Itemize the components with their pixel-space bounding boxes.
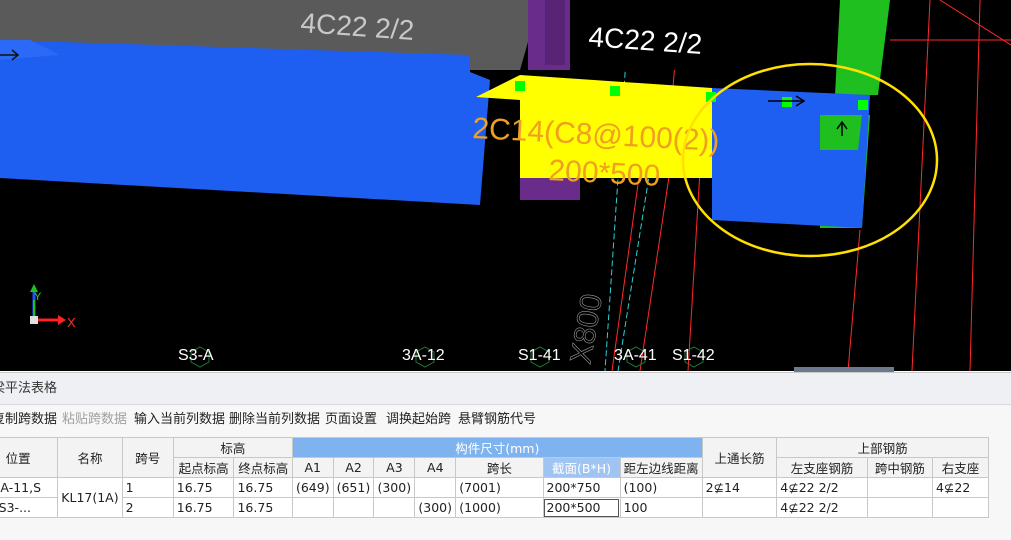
cell-section-selected[interactable]: 200*500 [542,497,621,518]
cell-left-dist[interactable]: (100) [619,477,703,498]
beam-data-table[interactable]: 位置 名称 跨号 标高 构件尺寸(mm) 上通长筋 上部钢筋 起点标高 终点标高… [0,437,990,518]
cell-name[interactable]: KL17(1A) [57,477,123,518]
cell-section[interactable]: 200*750 [542,477,621,498]
cell-a2[interactable] [332,497,375,518]
beam-label-main-2: 200*500 [548,154,661,193]
beam-left [0,40,490,205]
axis-label-3a-12: 3A-12 [402,347,445,364]
header-mid-span: 跨中钢筋 [866,457,933,478]
header-a2: A2 [332,457,375,478]
header-member-size: 构件尺寸(mm) [291,437,703,458]
cad-3d-viewport[interactable]: 4C22 2/2 4C22 2/2 2C14(C8@100(2)) 200*50… [0,0,1011,371]
header-top-through: 上通长筋 [701,437,778,478]
cell-position[interactable]: <3A-11,S [0,477,59,498]
cell-start-elev[interactable]: 16.75 [172,497,235,518]
cell-a4[interactable]: (300) [414,497,457,518]
table-row[interactable]: <3A-11,S KL17(1A) 1 16.75 16.75 (649) (6… [0,477,990,518]
copy-span-data-button[interactable]: 复制跨数据 [0,405,57,435]
cell-a1[interactable]: (649) [291,477,334,498]
header-span-no: 跨号 [121,437,174,478]
page-setup-button[interactable]: 页面设置 [325,405,377,435]
header-right-support: 右支座 [931,457,990,478]
cell-span-length[interactable]: (7001) [455,477,544,498]
cell-a2[interactable]: (651) [332,477,375,498]
model-canvas[interactable]: 4C22 2/2 4C22 2/2 2C14(C8@100(2)) 200*50… [0,0,1011,371]
cell-right-support[interactable] [931,497,990,518]
axis-y-label: Y [34,291,42,303]
header-elevation: 标高 [172,437,293,458]
cell-span-length[interactable]: (1000) [455,497,544,518]
cell-top-through[interactable]: 2⊈14 [701,477,778,498]
axis-label-s1-42: S1-42 [672,347,715,364]
paste-span-data-button[interactable]: 粘贴跨数据 [62,405,127,435]
cell-a1[interactable] [291,497,334,518]
cell-top-through[interactable] [701,497,778,518]
axis-label-3a-41: 3A-41 [614,347,657,364]
cell-right-support[interactable]: 4⊈22 [931,477,990,498]
delete-column-data-button[interactable]: 删除当前列数据 [229,405,320,435]
cell-span[interactable]: 2 [121,497,174,518]
cell-left-dist[interactable]: 100 [619,497,703,518]
cell-position[interactable]: -0;S3-... [0,497,59,518]
header-position: 位置 [0,437,59,478]
swap-start-span-button[interactable]: 调换起始跨 [386,405,451,435]
panel-toolbar: 复制跨数据 粘贴跨数据 输入当前列数据 删除当前列数据 页面设置 调换起始跨 悬… [0,405,1011,435]
cell-start-elev[interactable]: 16.75 [172,477,235,498]
axis-x-label: X [67,315,76,330]
cell-a3[interactable] [373,497,416,518]
header-name: 名称 [57,437,123,478]
beam-right [712,88,870,228]
cell-end-elev[interactable]: 16.75 [233,477,293,498]
wall-edge [545,0,565,65]
cell-end-elev[interactable]: 16.75 [233,497,293,518]
beam-table-panel: 梁平法表格 复制跨数据 粘贴跨数据 输入当前列数据 删除当前列数据 页面设置 调… [0,372,1011,540]
header-section: 截面(B*H) [542,457,621,478]
cell-a4[interactable] [414,477,457,498]
input-column-data-button[interactable]: 输入当前列数据 [134,405,225,435]
header-a4: A4 [414,457,457,478]
header-span-length: 跨长 [455,457,544,478]
header-top-rebar: 上部钢筋 [776,437,989,458]
axis-label-s1-41: S1-41 [518,347,561,364]
header-a3: A3 [373,457,416,478]
cantilever-rebar-code-button[interactable]: 悬臂钢筋代号 [458,405,536,435]
axis-label-s3-a: S3-A [178,347,214,364]
header-start-elev: 起点标高 [172,457,235,478]
cell-mid-span[interactable] [866,497,933,518]
header-left-edge-dist: 距左边线距离 [619,457,703,478]
header-left-support: 左支座钢筋 [776,457,868,478]
column-cap [820,115,862,150]
header-end-elev: 终点标高 [233,457,293,478]
cell-left-support[interactable]: 4⊈22 2/2 [776,477,868,498]
header-a1: A1 [291,457,334,478]
table-row[interactable]: -0;S3-... 2 16.75 16.75 (300) (1000) 200… [0,497,990,518]
cell-a3[interactable]: (300) [373,477,416,498]
marker-text: X800 [564,291,609,366]
cell-span[interactable]: 1 [121,477,174,498]
cell-mid-span[interactable] [866,477,933,498]
panel-title: 梁平法表格 [0,373,1011,405]
cell-left-support[interactable]: 4⊈22 2/2 [776,497,868,518]
